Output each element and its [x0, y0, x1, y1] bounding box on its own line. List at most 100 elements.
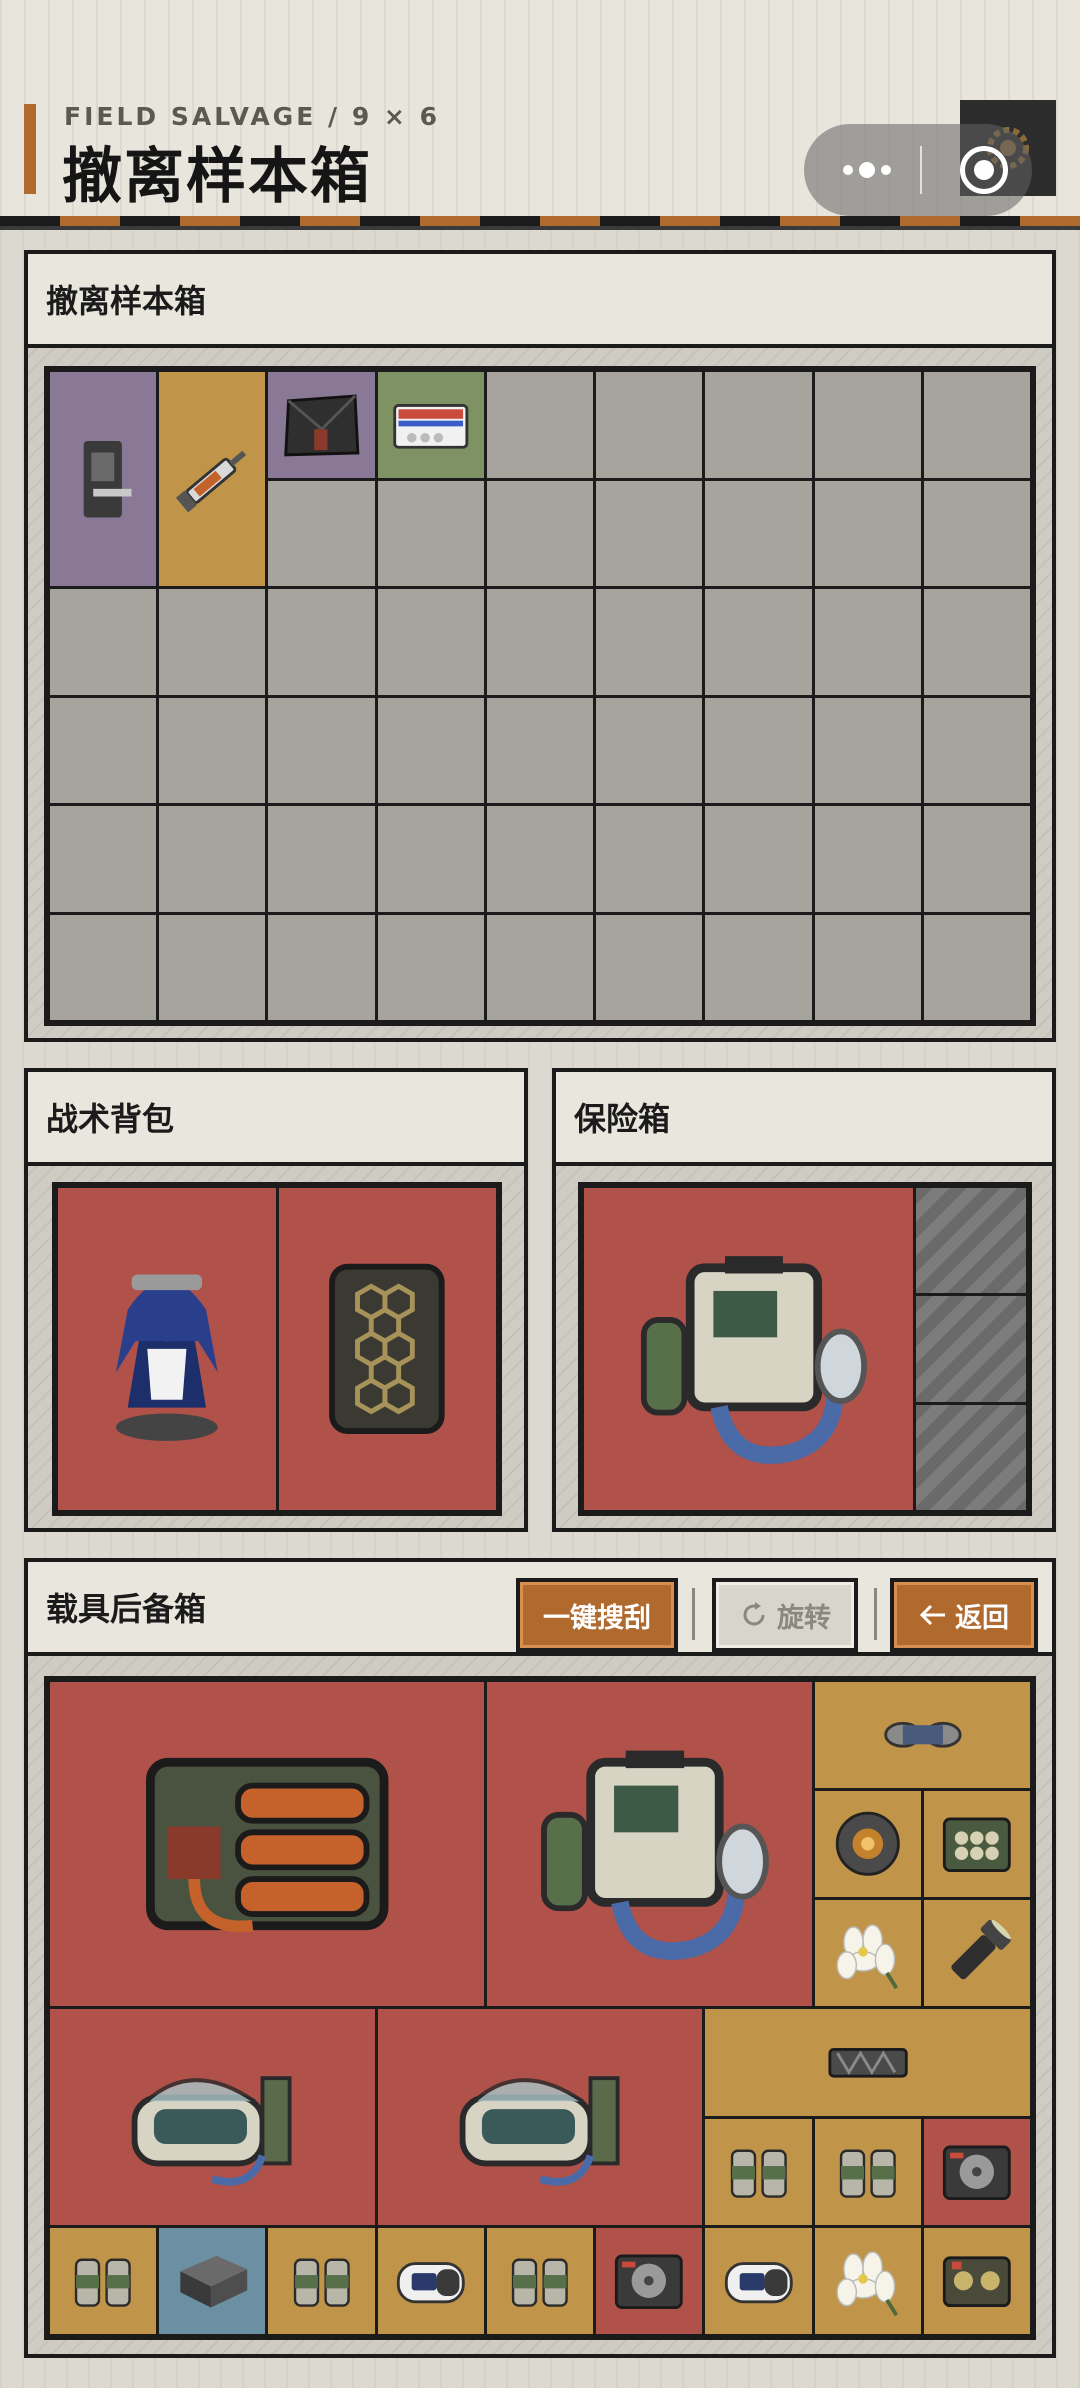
empty-slot[interactable]: [268, 589, 375, 695]
canisters-item-1[interactable]: [705, 2118, 812, 2225]
empty-slot[interactable]: [596, 697, 703, 803]
empty-slot[interactable]: [268, 914, 375, 1020]
oxygen-machine-item[interactable]: [486, 1682, 812, 2007]
oxygen-machine-item[interactable]: [584, 1188, 914, 1510]
more-dots-icon[interactable]: [832, 150, 902, 190]
flashlight-item[interactable]: [923, 1900, 1030, 2007]
empty-slot[interactable]: [923, 480, 1030, 586]
empty-slot[interactable]: [705, 806, 812, 912]
capsule-divider: [920, 146, 922, 194]
empty-slot[interactable]: [705, 589, 812, 695]
canisters-item-3[interactable]: [50, 2227, 157, 2334]
empty-slot[interactable]: [159, 806, 266, 912]
hard-drive-icon: [924, 2119, 1030, 2225]
armor-plate-item[interactable]: [278, 1188, 497, 1510]
empty-slot[interactable]: [50, 697, 157, 803]
empty-slot[interactable]: [377, 914, 484, 1020]
pill-box-icon: [378, 372, 484, 478]
empty-slot[interactable]: [596, 806, 703, 912]
empty-slot[interactable]: [705, 480, 812, 586]
empty-slot[interactable]: [486, 806, 594, 912]
empty-slot[interactable]: [923, 589, 1030, 695]
back-button[interactable]: 返回: [890, 1578, 1038, 1652]
empty-slot[interactable]: [159, 697, 266, 803]
maid-figurine-item[interactable]: [58, 1188, 276, 1510]
empty-slot[interactable]: [814, 914, 921, 1020]
empty-slot[interactable]: [596, 914, 703, 1020]
empty-slot[interactable]: [486, 589, 594, 695]
header-subtitle: FIELD SALVAGE / 9 × 6: [64, 102, 440, 131]
rotate-button[interactable]: 旋转: [712, 1578, 858, 1652]
empty-slot[interactable]: [923, 697, 1030, 803]
door-lock-item[interactable]: [50, 372, 157, 586]
battery-pack-icon: [50, 1682, 484, 2006]
empty-slot[interactable]: [596, 589, 703, 695]
syringe-item[interactable]: [159, 372, 266, 586]
empty-slot[interactable]: [50, 806, 157, 912]
medical-pod-item-2[interactable]: [377, 2009, 703, 2225]
medical-pod-item-1[interactable]: [50, 2009, 375, 2225]
rail-item[interactable]: [705, 2009, 1030, 2116]
empty-slot[interactable]: [486, 914, 594, 1020]
empty-slot[interactable]: [159, 914, 266, 1020]
empty-slot[interactable]: [814, 372, 921, 478]
sample-box-grid: [44, 366, 1036, 1026]
empty-slot[interactable]: [50, 914, 157, 1020]
empty-slot[interactable]: [377, 480, 484, 586]
safe-box-title: 保险箱: [574, 1100, 671, 1138]
oximeter-item-1[interactable]: [377, 2227, 484, 2334]
tape-item[interactable]: [814, 1682, 1030, 1789]
canisters-item-4[interactable]: [268, 2227, 375, 2334]
canisters-icon: [815, 2119, 921, 2225]
metal-block-icon: [159, 2228, 265, 2334]
canisters-item-2[interactable]: [814, 2118, 921, 2225]
empty-slot[interactable]: [814, 480, 921, 586]
mini-program-capsule: [804, 124, 1032, 216]
empty-slot[interactable]: [814, 589, 921, 695]
empty-slot[interactable]: [486, 372, 594, 478]
empty-slot[interactable]: [923, 372, 1030, 478]
loot-all-button[interactable]: 一键搜刮: [516, 1578, 678, 1652]
empty-slot[interactable]: [377, 806, 484, 912]
empty-slot[interactable]: [596, 372, 703, 478]
rotate-icon: [743, 1602, 765, 1626]
flashlight-icon: [924, 1900, 1030, 2006]
reactor-core-item[interactable]: [814, 1791, 921, 1898]
honeycomb-plate-icon: [279, 1188, 497, 1510]
oximeter-item-2[interactable]: [705, 2227, 812, 2334]
empty-slot[interactable]: [268, 480, 375, 586]
oxygen-machine-icon: [584, 1188, 913, 1510]
ammo-case-item[interactable]: [923, 1791, 1030, 1898]
canisters-item-5[interactable]: [486, 2227, 594, 2334]
empty-slot[interactable]: [705, 914, 812, 1020]
pill-box-item[interactable]: [377, 372, 484, 478]
flower-item[interactable]: [814, 1900, 921, 2007]
target-icon[interactable]: [960, 146, 1008, 194]
empty-slot[interactable]: [377, 697, 484, 803]
empty-slot[interactable]: [923, 806, 1030, 912]
empty-slot[interactable]: [268, 806, 375, 912]
empty-slot[interactable]: [705, 697, 812, 803]
canisters-icon: [50, 2228, 156, 2334]
empty-slot[interactable]: [377, 589, 484, 695]
empty-slot[interactable]: [705, 372, 812, 478]
rotate-label: 旋转: [777, 1602, 831, 1634]
flower-item-2[interactable]: [814, 2227, 921, 2334]
tactical-pouch-item[interactable]: [268, 372, 375, 478]
hard-drive-item-2[interactable]: [596, 2227, 703, 2334]
empty-slot[interactable]: [268, 697, 375, 803]
empty-slot[interactable]: [486, 480, 594, 586]
empty-slot[interactable]: [814, 806, 921, 912]
hard-drive-item-1[interactable]: [923, 2118, 1030, 2225]
back-label: 返回: [955, 1602, 1009, 1634]
empty-slot[interactable]: [50, 589, 157, 695]
empty-slot[interactable]: [923, 914, 1030, 1020]
metal-block-item[interactable]: [159, 2227, 266, 2334]
tape-recorder-item[interactable]: [923, 2227, 1030, 2334]
battery-pack-item[interactable]: [50, 1682, 484, 2007]
empty-slot[interactable]: [596, 480, 703, 586]
canisters-icon: [705, 2119, 811, 2225]
empty-slot[interactable]: [159, 589, 266, 695]
empty-slot[interactable]: [814, 697, 921, 803]
empty-slot[interactable]: [486, 697, 594, 803]
